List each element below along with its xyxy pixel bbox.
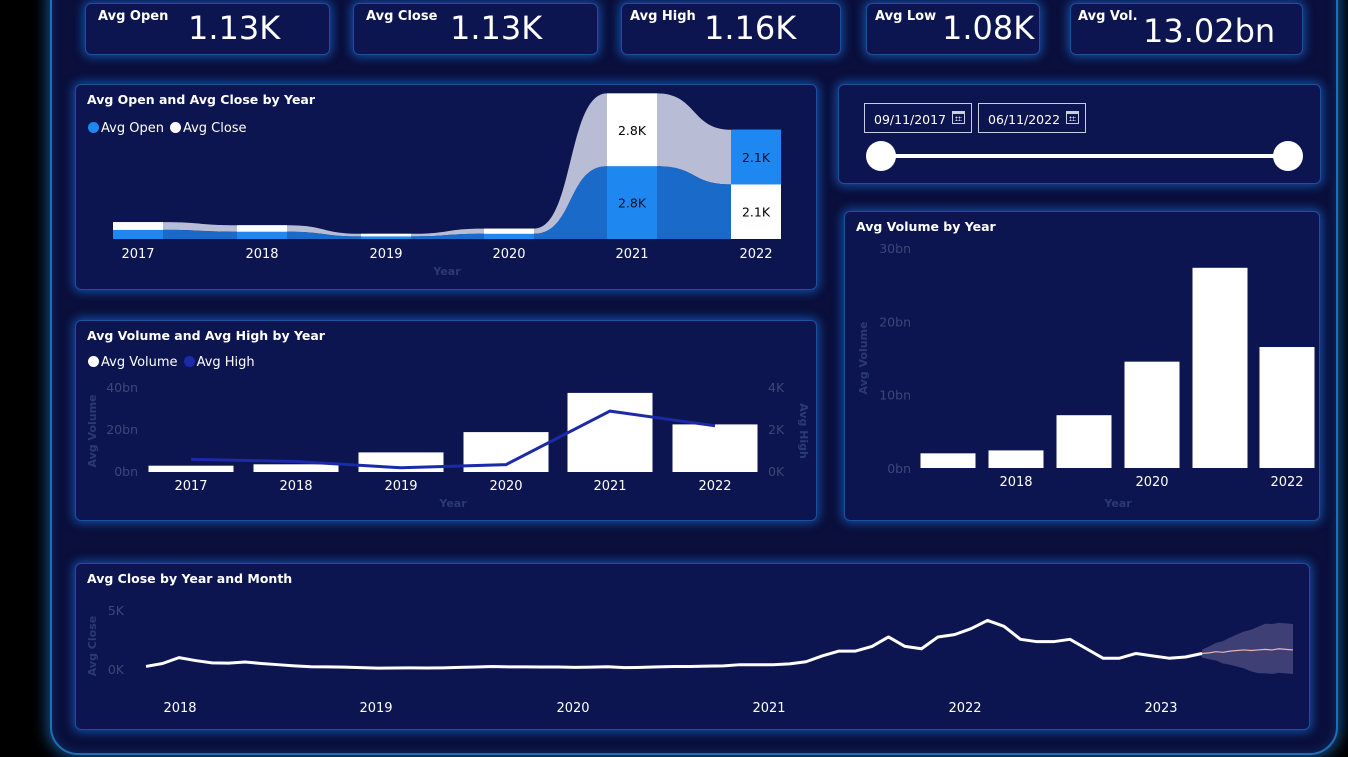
volume-bar <box>1259 347 1315 468</box>
kpi-card-avg-open: Avg Open 1.13K <box>85 3 330 55</box>
date-slider-start-handle[interactable] <box>866 141 896 171</box>
bar-segment-upper <box>484 228 534 234</box>
x-tick-label: 2018 <box>245 247 278 262</box>
kpi-value: 13.02bn <box>1143 12 1276 50</box>
x-tick-label: 2020 <box>1135 475 1168 490</box>
x-tick-label: 2018 <box>999 475 1032 490</box>
x-tick-label: 2022 <box>1270 475 1303 490</box>
volume-bar <box>567 392 653 472</box>
date-range-slicer: 09/11/2017 06/11/2022 <box>838 84 1321 184</box>
x-tick-label: 2020 <box>556 701 589 716</box>
x-tick-label: 2022 <box>948 701 981 716</box>
kpi-value: 1.13K <box>450 9 543 47</box>
bar-segment-lower <box>484 233 534 239</box>
bar-segment-lower <box>113 229 163 239</box>
kpi-card-avg-close: Avg Close 1.13K <box>353 3 598 55</box>
x-axis-title: Year <box>438 497 467 510</box>
kpi-value: 1.08K <box>942 9 1035 47</box>
kpi-label: Avg Low <box>875 9 937 24</box>
x-tick-label: 2018 <box>163 701 196 716</box>
x-tick-label: 2019 <box>359 701 392 716</box>
x-tick-label: 2017 <box>174 479 207 494</box>
x-axis-title: Year <box>432 265 461 278</box>
y-tick-label: 20bn <box>879 314 911 329</box>
x-tick-label: 2018 <box>279 479 312 494</box>
close-trend-chart-card: Avg Close by Year and Month 5K 0K Avg Clos… <box>75 563 1310 730</box>
volume-high-chart-card: Avg Volume and Avg High by Year Avg Volu… <box>75 320 817 521</box>
y2-axis-title: Avg High <box>797 403 810 459</box>
kpi-card-avg-volume: Avg Vol. 13.02bn <box>1070 3 1303 55</box>
y-tick-label: 30bn <box>879 241 911 256</box>
bar-segment-upper <box>237 225 287 232</box>
kpi-card-avg-low: Avg Low 1.08K <box>866 3 1040 55</box>
x-tick-label: 2021 <box>752 701 785 716</box>
data-label: 2.8K <box>618 123 647 138</box>
y-tick-label: 20bn <box>106 422 138 437</box>
date-slider-track[interactable] <box>879 154 1289 158</box>
x-tick-label: 2019 <box>369 247 402 262</box>
volume-bar-chart[interactable]: 30bn 20bn 10bn 0bn 2018 2020 2022 Avg Volume Yea… <box>845 212 1321 522</box>
volume-bar <box>920 453 976 468</box>
volume-bar <box>253 464 339 472</box>
y-tick-label: 10bn <box>879 388 911 403</box>
calendar-icon[interactable] <box>952 111 965 124</box>
end-date-value: 06/11/2022 <box>988 112 1061 127</box>
bar-segment-lower <box>237 231 287 239</box>
y-axis-title: Avg Volume <box>86 395 99 468</box>
x-tick-label: 2020 <box>489 479 522 494</box>
kpi-card-avg-high: Avg High 1.16K <box>621 3 841 55</box>
y-tick-label: 0bn <box>114 464 138 479</box>
y-tick-label: 0K <box>108 662 125 677</box>
volume-bar <box>1192 267 1248 468</box>
start-date-value: 09/11/2017 <box>874 112 947 127</box>
volume-high-combo-chart[interactable]: 40bn 20bn 0bn 4K 2K 0K Avg Volume Avg High 2017 2… <box>76 321 818 522</box>
data-label: 2.8K <box>618 196 647 211</box>
volume-bar <box>1124 361 1180 468</box>
x-tick-label: 2020 <box>492 247 525 262</box>
x-tick-label: 2022 <box>739 247 772 262</box>
data-label: 2.1K <box>742 205 771 220</box>
data-label: 2.1K <box>742 150 771 165</box>
bar-segment-upper <box>113 222 163 230</box>
kpi-value: 1.13K <box>188 9 281 47</box>
kpi-value: 1.16K <box>704 9 797 47</box>
y-tick-label: 40bn <box>106 380 138 395</box>
end-date-input[interactable]: 06/11/2022 <box>978 103 1086 133</box>
x-axis-title: Year <box>1103 497 1132 510</box>
x-tick-label: 2021 <box>615 247 648 262</box>
open-close-ribbon-chart[interactable]: 2017 2018 2019 2020 2021 2022 2.8K 2.8K 2.1K 2.1K… <box>76 85 818 291</box>
calendar-icon[interactable] <box>1066 111 1079 124</box>
x-tick-label: 2019 <box>384 479 417 494</box>
volume-bar <box>1056 415 1112 468</box>
kpi-label: Avg Close <box>366 9 438 24</box>
y2-tick-label: 0K <box>768 464 785 479</box>
avg-close-line <box>145 618 1203 670</box>
kpi-label: Avg Vol. <box>1078 9 1138 24</box>
kpi-label: Avg High <box>630 9 696 24</box>
y-tick-label: 5K <box>108 603 125 618</box>
y-tick-label: 0bn <box>887 461 911 476</box>
y-axis-title: Avg Volume <box>857 322 870 395</box>
x-tick-label: 2022 <box>698 479 731 494</box>
kpi-label: Avg Open <box>98 9 169 24</box>
y2-tick-label: 2K <box>768 422 785 437</box>
bar-segment-upper <box>361 233 411 237</box>
x-tick-label: 2021 <box>593 479 626 494</box>
y2-tick-label: 4K <box>768 380 785 395</box>
open-close-chart-card: Avg Open and Avg Close by Year Avg Open … <box>75 84 817 290</box>
volume-bar <box>148 465 234 472</box>
volume-bar <box>988 450 1044 468</box>
close-line-chart[interactable]: 5K 0K Avg Close 2018 2019 2020 2021 2022 2023 <box>76 564 1311 731</box>
volume-bar <box>672 424 758 472</box>
x-tick-label: 2017 <box>121 247 154 262</box>
x-tick-label: 2023 <box>1144 701 1177 716</box>
start-date-input[interactable]: 09/11/2017 <box>864 103 972 133</box>
date-slider-end-handle[interactable] <box>1273 141 1303 171</box>
volume-chart-card: Avg Volume by Year 30bn 20bn 10bn 0bn 2018 20… <box>844 211 1320 521</box>
bar-segment-lower <box>361 236 411 239</box>
y-axis-title: Avg Close <box>86 616 99 676</box>
